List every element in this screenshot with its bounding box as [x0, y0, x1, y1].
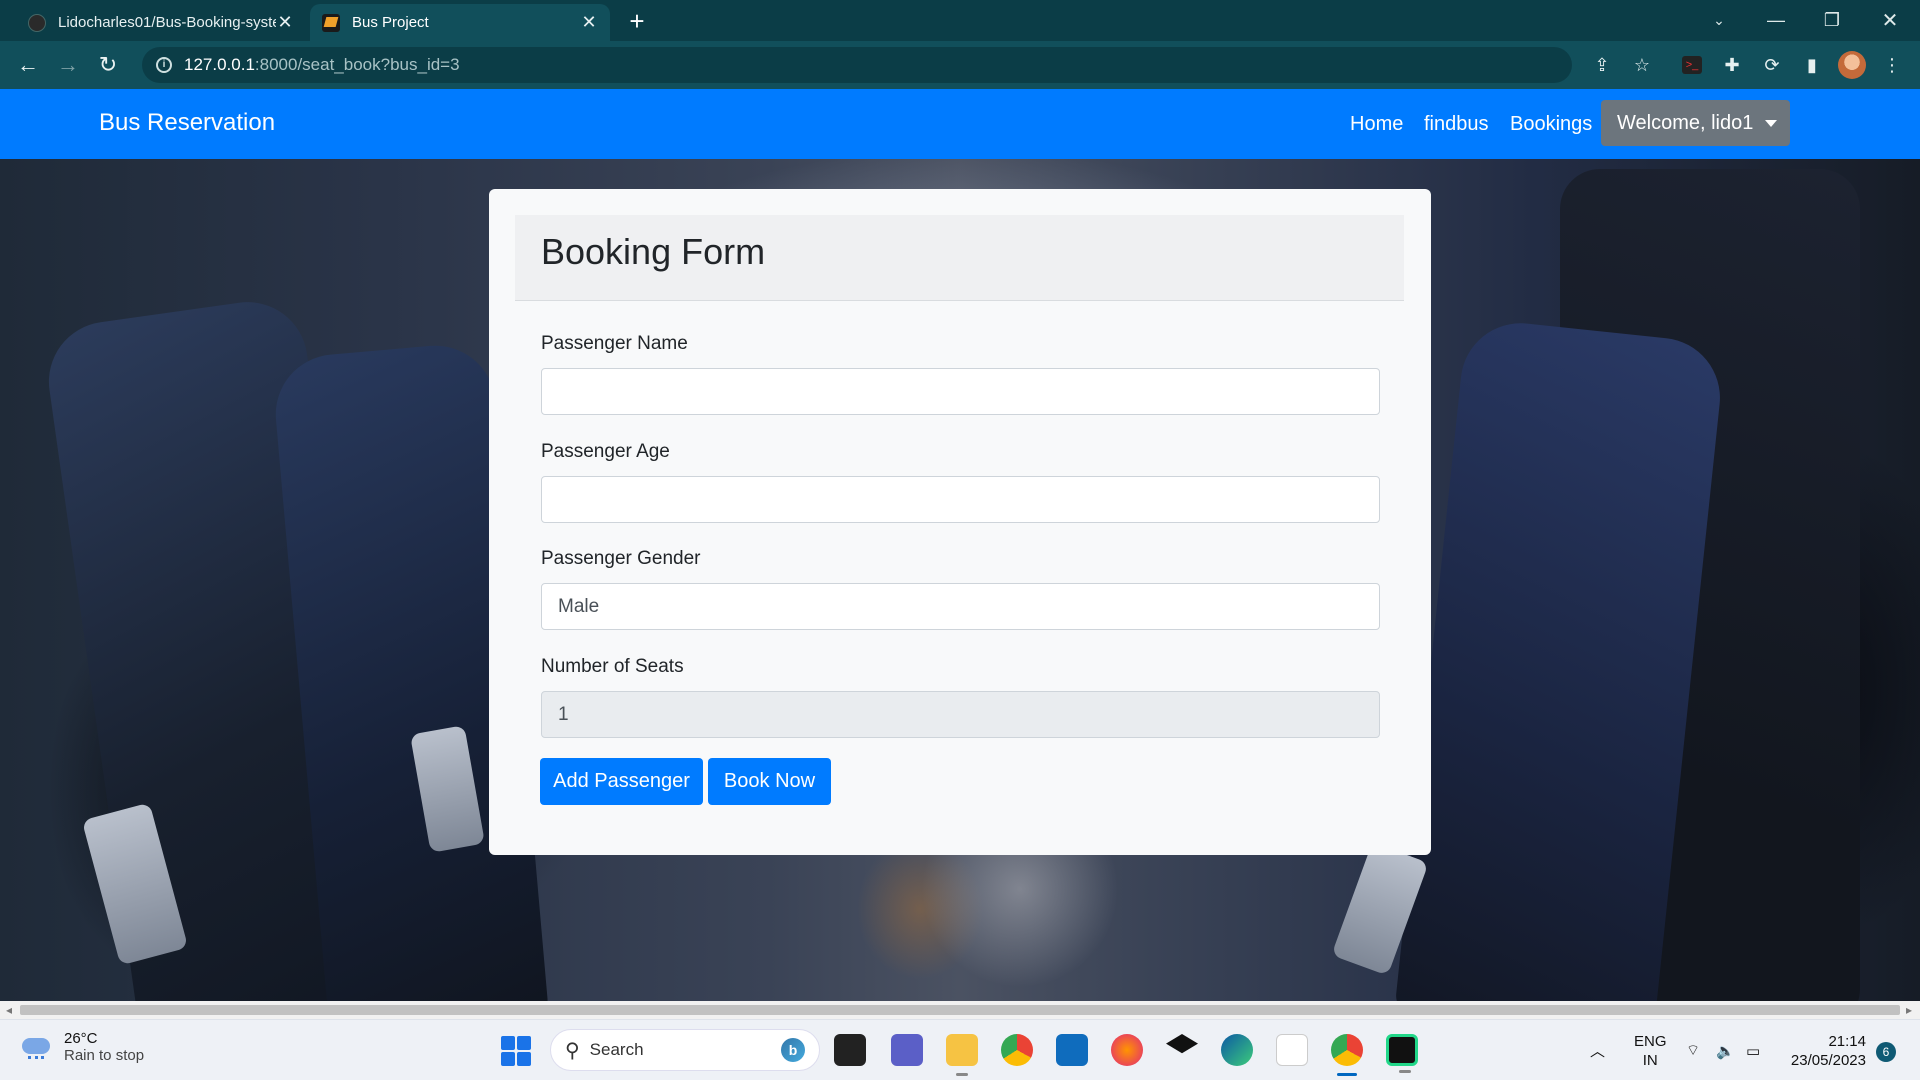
- minimize-button[interactable]: —: [1748, 0, 1804, 40]
- brand-link[interactable]: Bus Reservation: [99, 109, 275, 137]
- windows-start-icon[interactable]: [501, 1036, 531, 1066]
- search-placeholder: Search: [589, 1040, 644, 1059]
- show-hidden-icons-chevron-icon[interactable]: ︿: [1590, 1020, 1605, 1080]
- close-tab-icon[interactable]: ✕: [580, 12, 598, 32]
- windows-taskbar: 26°C Rain to stop ⚲ Search b ︿ ENG IN ⌔ …: [0, 1019, 1920, 1080]
- passenger-gender-label: Passenger Gender: [541, 548, 701, 569]
- microsoft-store-icon[interactable]: [1056, 1034, 1088, 1066]
- extensions-puzzle-icon[interactable]: ✚: [1718, 51, 1746, 79]
- side-panel-icon[interactable]: ▮: [1798, 51, 1826, 79]
- terminal-extension-icon[interactable]: >_: [1678, 51, 1706, 79]
- task-view-icon[interactable]: [834, 1034, 866, 1066]
- tab-title: Lidocharles01/Bus-Booking-syste: [58, 14, 276, 31]
- caret-down-icon: [1765, 119, 1778, 127]
- region-code: IN: [1642, 1051, 1658, 1069]
- chrome-profile-icon[interactable]: [1331, 1034, 1363, 1076]
- file-explorer-icon[interactable]: [946, 1034, 978, 1076]
- user-dropdown-label: Welcome, lido1: [1617, 111, 1754, 134]
- more-menu-icon[interactable]: ⋮: [1878, 51, 1906, 79]
- book-now-button[interactable]: Book Now: [708, 758, 831, 805]
- scroll-right-arrow-icon[interactable]: ▸: [1906, 1003, 1912, 1017]
- forward-arrow-icon[interactable]: →: [52, 49, 84, 81]
- passenger-gender-select[interactable]: Male: [541, 583, 1380, 630]
- url-path: :8000/seat_book?bus_id=3: [254, 55, 460, 74]
- url-host: 127.0.0.1: [184, 55, 255, 74]
- profile-avatar[interactable]: [1838, 51, 1866, 79]
- number-of-seats-input: 1: [541, 691, 1380, 738]
- chrome-icon[interactable]: [1001, 1034, 1033, 1066]
- nav-link-bookings[interactable]: Bookings: [1510, 113, 1592, 136]
- browser-tab-strip: Lidocharles01/Bus-Booking-syste ✕ Bus Pr…: [0, 0, 1920, 41]
- language-code: ENG: [1634, 1032, 1667, 1050]
- page-title: Booking Form: [541, 231, 766, 272]
- share-icon[interactable]: ⇪: [1588, 51, 1616, 79]
- nav-link-findbus[interactable]: findbus: [1424, 113, 1489, 136]
- clock-date: 23/05/2023: [1790, 1051, 1866, 1069]
- reload-icon[interactable]: ↻: [92, 49, 124, 81]
- taskbar-search-box[interactable]: ⚲ Search b: [550, 1029, 820, 1071]
- site-info-icon[interactable]: i: [156, 57, 172, 73]
- bing-icon[interactable]: b: [781, 1038, 805, 1062]
- add-passenger-button[interactable]: Add Passenger: [540, 758, 703, 805]
- edge-icon[interactable]: [1221, 1034, 1253, 1066]
- browser-tab-github[interactable]: Lidocharles01/Bus-Booking-syste ✕: [16, 4, 306, 41]
- site-navbar: Bus Reservation Home findbus Bookings We…: [0, 89, 1920, 159]
- scroll-left-arrow-icon[interactable]: ◂: [6, 1003, 12, 1017]
- horizontal-scrollbar[interactable]: ◂ ▸: [0, 1001, 1920, 1019]
- clock-time: 21:14: [1828, 1032, 1866, 1050]
- nav-link-home[interactable]: Home: [1350, 113, 1403, 136]
- user-dropdown-button[interactable]: Welcome, lido1: [1601, 100, 1790, 146]
- booking-form-card: Booking Form Passenger Name Passenger Ag…: [489, 189, 1431, 855]
- teams-icon[interactable]: [891, 1034, 923, 1066]
- passenger-age-label: Passenger Age: [541, 441, 670, 462]
- passenger-name-input[interactable]: [541, 368, 1380, 415]
- clock[interactable]: 21:14 23/05/2023: [1786, 1020, 1866, 1080]
- sync-icon[interactable]: ⟳: [1758, 51, 1786, 79]
- weather-temperature: 26°C: [64, 1030, 98, 1047]
- scrollbar-thumb[interactable]: [20, 1005, 1900, 1015]
- new-tab-button[interactable]: +: [622, 6, 652, 36]
- browser-toolbar: ← → ↻ i 127.0.0.1 :8000/seat_book?bus_id…: [0, 41, 1920, 89]
- wifi-icon[interactable]: ⌔: [1686, 1020, 1700, 1080]
- language-indicator[interactable]: ENG IN: [1634, 1020, 1667, 1080]
- restore-button[interactable]: ❐: [1804, 0, 1860, 40]
- github-icon: [28, 13, 46, 32]
- volume-icon[interactable]: 🔈: [1716, 1020, 1735, 1080]
- site-favicon-icon: [322, 13, 340, 32]
- address-bar[interactable]: i 127.0.0.1 :8000/seat_book?bus_id=3: [142, 47, 1572, 83]
- notification-badge[interactable]: 6: [1876, 1042, 1896, 1062]
- page-viewport: Bus Reservation Home findbus Bookings We…: [0, 89, 1920, 1001]
- passenger-name-label: Passenger Name: [541, 333, 688, 354]
- weather-condition: Rain to stop: [64, 1047, 145, 1064]
- dropbox-icon[interactable]: [1166, 1034, 1198, 1054]
- number-of-seats-label: Number of Seats: [541, 656, 684, 677]
- firefox-icon[interactable]: [1111, 1034, 1143, 1066]
- pycharm-icon[interactable]: [1386, 1034, 1418, 1073]
- card-header: Booking Form: [515, 215, 1404, 301]
- close-window-button[interactable]: ✕: [1862, 0, 1918, 40]
- passenger-age-input[interactable]: [541, 476, 1380, 523]
- amazon-icon[interactable]: [1276, 1034, 1308, 1066]
- weather-widget[interactable]: 26°C Rain to stop: [20, 1030, 144, 1064]
- back-arrow-icon[interactable]: ←: [12, 49, 44, 81]
- battery-icon[interactable]: ▭: [1746, 1020, 1760, 1080]
- rain-cloud-icon: [20, 1032, 54, 1062]
- close-tab-icon[interactable]: ✕: [276, 12, 294, 32]
- tab-search-chevron-icon[interactable]: ⌄: [1691, 0, 1747, 40]
- bookmark-star-icon[interactable]: ☆: [1628, 51, 1656, 79]
- search-icon: ⚲: [565, 1039, 580, 1062]
- tab-title: Bus Project: [352, 14, 429, 31]
- browser-tab-bus-project[interactable]: Bus Project ✕: [310, 4, 610, 41]
